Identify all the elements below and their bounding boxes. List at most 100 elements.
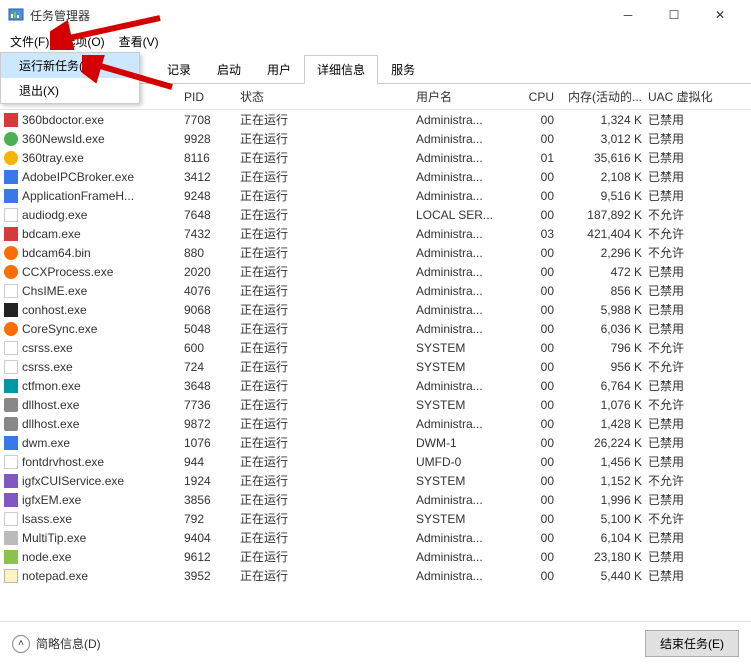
process-pid: 9872 — [184, 417, 240, 431]
col-mem[interactable]: 内存(活动的... — [560, 88, 648, 105]
close-button[interactable]: ✕ — [697, 0, 743, 30]
col-uac[interactable]: UAC 虚拟化 — [648, 88, 728, 105]
process-name: conhost.exe — [22, 303, 184, 317]
table-row[interactable]: ctfmon.exe3648正在运行Administra...006,764 K… — [0, 376, 751, 395]
fewer-details-button[interactable]: ˄ 简略信息(D) — [12, 635, 101, 653]
tab-details[interactable]: 详细信息 — [304, 55, 378, 84]
menu-file[interactable]: 文件(F) — [4, 31, 55, 52]
table-row[interactable]: ApplicationFrameH...9248正在运行Administra..… — [0, 186, 751, 205]
process-mem: 6,764 K — [560, 379, 648, 393]
process-uac: 不允许 — [648, 472, 728, 489]
table-row[interactable]: AdobeIPCBroker.exe3412正在运行Administra...0… — [0, 167, 751, 186]
table-row[interactable]: lsass.exe792正在运行SYSTEM005,100 K不允许 — [0, 509, 751, 528]
table-row[interactable]: conhost.exe9068正在运行Administra...005,988 … — [0, 300, 751, 319]
table-row[interactable]: node.exe9612正在运行Administra...0023,180 K已… — [0, 547, 751, 566]
table-row[interactable]: CCXProcess.exe2020正在运行Administra...00472… — [0, 262, 751, 281]
table-row[interactable]: igfxEM.exe3856正在运行Administra...001,996 K… — [0, 490, 751, 509]
table-row[interactable]: csrss.exe600正在运行SYSTEM00796 K不允许 — [0, 338, 751, 357]
tab-users[interactable]: 用户 — [254, 55, 304, 84]
process-uac: 已禁用 — [648, 168, 728, 185]
table-row[interactable]: csrss.exe724正在运行SYSTEM00956 K不允许 — [0, 357, 751, 376]
table-row[interactable]: bdcam64.bin880正在运行Administra...002,296 K… — [0, 243, 751, 262]
process-icon — [4, 398, 18, 412]
process-status: 正在运行 — [240, 529, 416, 546]
process-cpu: 00 — [516, 398, 560, 412]
table-row[interactable]: dllhost.exe7736正在运行SYSTEM001,076 K不允许 — [0, 395, 751, 414]
process-status: 正在运行 — [240, 149, 416, 166]
tab-history[interactable]: 记录 — [154, 55, 204, 84]
process-user: SYSTEM — [416, 474, 516, 488]
process-pid: 3856 — [184, 493, 240, 507]
process-cpu: 00 — [516, 265, 560, 279]
process-mem: 6,104 K — [560, 531, 648, 545]
table-row[interactable]: dllhost.exe9872正在运行Administra...001,428 … — [0, 414, 751, 433]
process-icon — [4, 284, 18, 298]
process-mem: 2,108 K — [560, 170, 648, 184]
process-user: SYSTEM — [416, 398, 516, 412]
menu-options[interactable]: 选项(O) — [57, 31, 110, 52]
process-list[interactable]: 360bdoctor.exe7708正在运行Administra...001,3… — [0, 110, 751, 630]
process-user: Administra... — [416, 246, 516, 260]
table-row[interactable]: ChsIME.exe4076正在运行Administra...00856 K已禁… — [0, 281, 751, 300]
process-pid: 7432 — [184, 227, 240, 241]
process-pid: 7736 — [184, 398, 240, 412]
tab-startup[interactable]: 启动 — [204, 55, 254, 84]
process-icon — [4, 474, 18, 488]
window-title: 任务管理器 — [30, 7, 605, 24]
process-name: dllhost.exe — [22, 398, 184, 412]
process-name: CoreSync.exe — [22, 322, 184, 336]
process-icon — [4, 170, 18, 184]
process-pid: 9248 — [184, 189, 240, 203]
process-status: 正在运行 — [240, 415, 416, 432]
process-uac: 不允许 — [648, 396, 728, 413]
process-user: Administra... — [416, 531, 516, 545]
process-icon — [4, 265, 18, 279]
table-row[interactable]: 360bdoctor.exe7708正在运行Administra...001,3… — [0, 110, 751, 129]
process-pid: 944 — [184, 455, 240, 469]
process-status: 正在运行 — [240, 339, 416, 356]
table-row[interactable]: MultiTip.exe9404正在运行Administra...006,104… — [0, 528, 751, 547]
table-row[interactable]: CoreSync.exe5048正在运行Administra...006,036… — [0, 319, 751, 338]
menu-run-new-task[interactable]: 运行新任务(N) — [1, 53, 139, 78]
col-cpu[interactable]: CPU — [516, 90, 560, 104]
process-status: 正在运行 — [240, 358, 416, 375]
col-pid[interactable]: PID — [184, 90, 240, 104]
file-dropdown: 运行新任务(N) 退出(X) — [0, 52, 140, 104]
table-row[interactable]: bdcam.exe7432正在运行Administra...03421,404 … — [0, 224, 751, 243]
process-pid: 3412 — [184, 170, 240, 184]
table-row[interactable]: igfxCUIService.exe1924正在运行SYSTEM001,152 … — [0, 471, 751, 490]
menu-exit[interactable]: 退出(X) — [1, 78, 139, 103]
process-pid: 4076 — [184, 284, 240, 298]
table-row[interactable]: notepad.exe3952正在运行Administra...005,440 … — [0, 566, 751, 585]
process-name: fontdrvhost.exe — [22, 455, 184, 469]
titlebar: 任务管理器 ─ ☐ ✕ — [0, 0, 751, 30]
process-status: 正在运行 — [240, 567, 416, 584]
end-task-button[interactable]: 结束任务(E) — [645, 630, 739, 657]
maximize-button[interactable]: ☐ — [651, 0, 697, 30]
process-uac: 已禁用 — [648, 130, 728, 147]
process-name: dwm.exe — [22, 436, 184, 450]
process-mem: 796 K — [560, 341, 648, 355]
process-user: Administra... — [416, 265, 516, 279]
process-icon — [4, 360, 18, 374]
col-status[interactable]: 状态 — [240, 88, 416, 105]
process-pid: 9612 — [184, 550, 240, 564]
process-uac: 已禁用 — [648, 434, 728, 451]
process-cpu: 00 — [516, 417, 560, 431]
menu-view[interactable]: 查看(V) — [113, 31, 165, 52]
table-row[interactable]: 360NewsId.exe9928正在运行Administra...003,01… — [0, 129, 751, 148]
process-user: SYSTEM — [416, 360, 516, 374]
tab-services[interactable]: 服务 — [378, 55, 428, 84]
col-user[interactable]: 用户名 — [416, 88, 516, 105]
fewer-details-label: 简略信息(D) — [36, 635, 101, 652]
table-row[interactable]: audiodg.exe7648正在运行LOCAL SER...00187,892… — [0, 205, 751, 224]
process-uac: 已禁用 — [648, 548, 728, 565]
process-icon — [4, 132, 18, 146]
process-status: 正在运行 — [240, 320, 416, 337]
minimize-button[interactable]: ─ — [605, 0, 651, 30]
table-row[interactable]: fontdrvhost.exe944正在运行UMFD-0001,456 K已禁用 — [0, 452, 751, 471]
table-row[interactable]: dwm.exe1076正在运行DWM-10026,224 K已禁用 — [0, 433, 751, 452]
process-icon — [4, 531, 18, 545]
process-pid: 9068 — [184, 303, 240, 317]
table-row[interactable]: 360tray.exe8116正在运行Administra...0135,616… — [0, 148, 751, 167]
